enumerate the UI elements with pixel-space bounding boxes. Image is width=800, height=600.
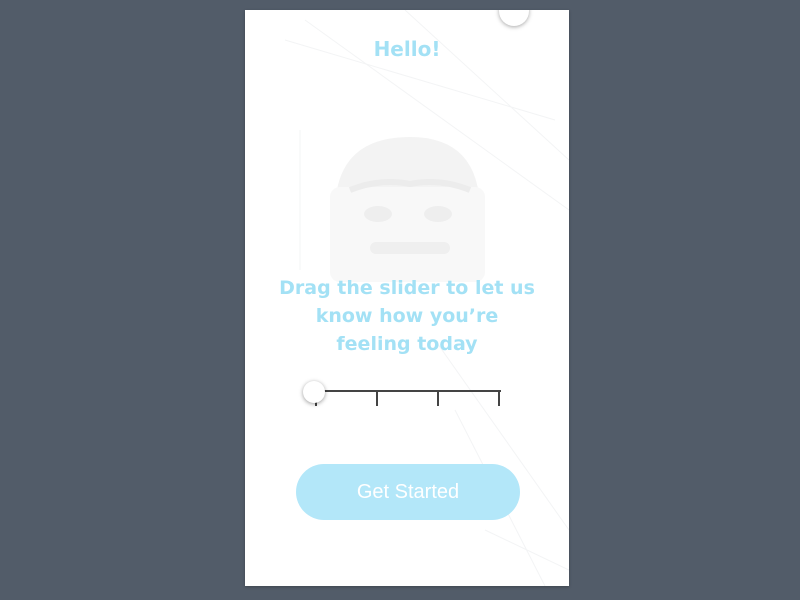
instruction-line: Drag the slider to let us [279,277,535,299]
instruction-text: Drag the slider to let us know how you’r… [257,274,557,358]
instruction-line: feeling today [336,333,478,355]
slider-tick [376,390,378,406]
greeting-title: Hello! [373,37,441,61]
canvas-backdrop: Hello! Drag the slider to let us know ho… [0,0,800,600]
slider-thumb[interactable] [303,381,325,403]
slider-track[interactable] [315,390,501,392]
corner-handle[interactable] [499,10,529,26]
face-icon [330,137,485,282]
mood-slider[interactable] [303,380,503,410]
get-started-button[interactable]: Get Started [296,464,520,520]
phone-screen: Hello! Drag the slider to let us know ho… [245,10,569,586]
instruction-line: know how you’re [315,305,499,327]
slider-tick [437,390,439,406]
slider-tick [498,390,500,406]
